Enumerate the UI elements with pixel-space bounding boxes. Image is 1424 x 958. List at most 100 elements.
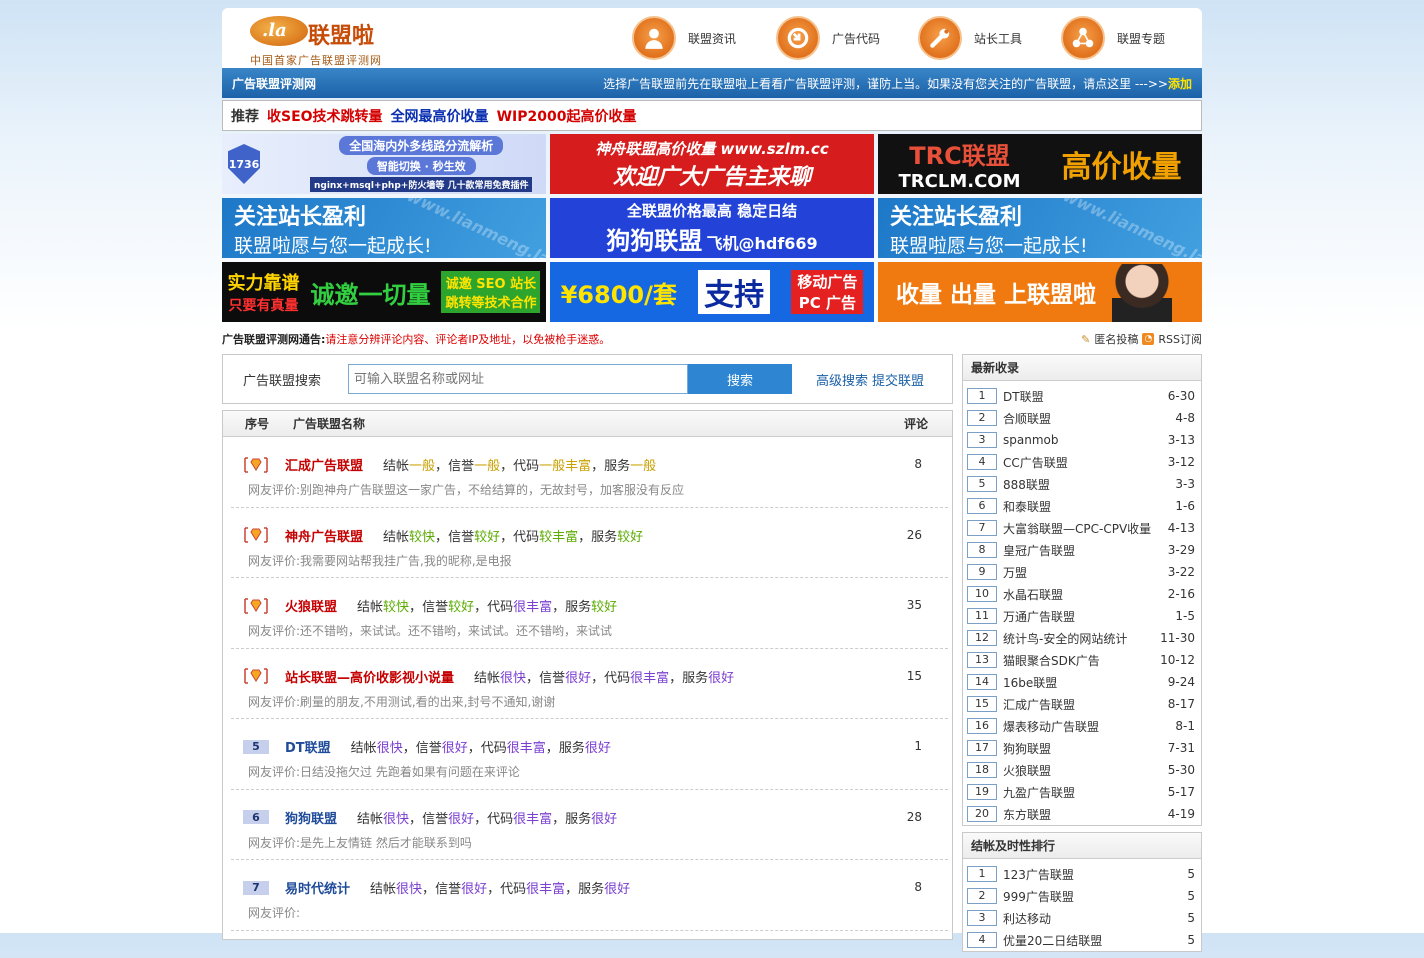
list-item[interactable]: 6 和泰联盟 1-6 [967,495,1195,517]
item-title-link[interactable]: 万盟 [1003,564,1155,581]
league-name-link[interactable]: DT联盟 [285,737,331,756]
logo[interactable]: .la 联盟啦 中国首家广告联盟评测网 [250,14,410,67]
list-item[interactable]: 4 CC广告联盟 3-12 [967,451,1195,473]
comment-count[interactable]: 35 [907,598,922,612]
ad-banner-dog[interactable]: 全联盟价格最高 稳定日结 狗狗联盟 飞机@hdf669 [550,198,874,258]
item-title-link[interactable]: 万通广告联盟 [1003,608,1155,625]
item-title-link[interactable]: 和泰联盟 [1003,498,1155,515]
ad-banner-lianmeng[interactable]: 收量 出量 上联盟啦 [878,262,1202,322]
search-input[interactable] [348,364,688,394]
ad-banner-price[interactable]: ¥6800/套 支持 移动广告 PC 广告 [550,262,874,322]
nav-tools[interactable]: 站长工具 [918,16,1022,60]
list-item[interactable]: 2 999广告联盟 5 [967,885,1195,907]
list-item[interactable]: 14 16be联盟 9-24 [967,671,1195,693]
recommend-link-2[interactable]: 全网最高价收量 [391,106,489,126]
review-text[interactable]: 网友评价:日结没拖欠过 先跑着如果有问题在来评论 [248,763,520,780]
review-text[interactable]: 网友评价:还不错哟，来试试。还不错哟，来试试。还不错哟，来试试 [248,622,612,639]
item-title-link[interactable]: 优量20二日结联盟 [1003,932,1155,949]
index-badge: 18 [967,762,997,778]
review-text[interactable]: 网友评价:是先上友情链 然后才能联系到吗 [248,834,472,851]
list-item[interactable]: 20 东方联盟 4-19 [967,803,1195,825]
advanced-search-link[interactable]: 高级搜索 [816,370,868,389]
list-item[interactable]: 18 火狼联盟 5-30 [967,759,1195,781]
list-item[interactable]: 3 利达移动 5 [967,907,1195,929]
comment-count[interactable]: 15 [907,669,922,683]
item-title-link[interactable]: 猫眼聚合SDK广告 [1003,652,1155,669]
item-title-link[interactable]: CC广告联盟 [1003,454,1155,471]
item-title-link[interactable]: 16be联盟 [1003,674,1155,691]
ad-banner-trc[interactable]: TRC联盟 TRCLM.COM 高价收量 [878,134,1202,194]
comment-count[interactable]: 8 [914,880,922,894]
list-item[interactable]: 5 888联盟 3-3 [967,473,1195,495]
rating-label: 信誉 [448,529,475,545]
league-name-link[interactable]: 狗狗联盟 [285,808,337,827]
comment-count[interactable]: 26 [907,528,922,542]
ad-banner-follow-2[interactable]: 关注站长盈利 联盟啦愿与您一起成长! www.lianmeng.la [878,198,1202,258]
item-title-link[interactable]: spanmob [1003,433,1155,447]
list-item[interactable]: 10 水晶石联盟 2-16 [967,583,1195,605]
list-item[interactable]: 13 猫眼聚合SDK广告 10-12 [967,649,1195,671]
list-item[interactable]: 4 优量20二日结联盟 5 [967,929,1195,951]
list-item[interactable]: 17 狗狗联盟 7-31 [967,737,1195,759]
item-title-link[interactable]: 皇冠广告联盟 [1003,542,1155,559]
ad-banner-szlm[interactable]: 神舟联盟高价收量 www.szlm.cc 欢迎广大广告主来聊 [550,134,874,194]
review-text[interactable]: 网友评价:我需要网站帮我挂广告,我的昵称,是电报 [248,552,512,569]
item-title-link[interactable]: 888联盟 [1003,476,1155,493]
recommend-link-3[interactable]: WIP2000起高价收量 [497,106,637,126]
nav-topics[interactable]: 联盟专题 [1061,16,1165,60]
list-item[interactable]: 12 统计鸟-安全的网站统计 11-30 [967,627,1195,649]
nav-adcode-label: 广告代码 [832,31,881,46]
list-item[interactable]: 1 DT联盟 6-30 [967,385,1195,407]
recommend-link-1[interactable]: 收SEO技术跳转量 [267,106,383,126]
league-name-link[interactable]: 汇成广告联盟 [285,455,363,474]
ad-trc-line2: TRCLM.COM [898,171,1021,192]
comment-count[interactable]: 8 [914,457,922,471]
rating-value: 一般 [630,459,657,474]
comment-count[interactable]: 1 [914,739,922,753]
review-text[interactable]: 网友评价: [248,904,300,921]
review-text[interactable]: 网友评价:刷量的朋友,不用测试,看的出来,封号不通知,谢谢 [248,693,555,710]
list-item[interactable]: 2 合顺联盟 4-8 [967,407,1195,429]
item-title-link[interactable]: 汇成广告联盟 [1003,696,1155,713]
item-title-link[interactable]: 东方联盟 [1003,806,1155,823]
ad-banner-follow-1[interactable]: 关注站长盈利 联盟啦愿与您一起成长! www.lianmeng.la [222,198,546,258]
nav-news[interactable]: 联盟资讯 [632,16,736,60]
rating-value: 一般 [474,459,501,474]
nav-adcode[interactable]: 广告代码 [776,16,880,60]
list-item[interactable]: 19 九盈广告联盟 5-17 [967,781,1195,803]
review-text[interactable]: 网友评价:别跑神舟广告联盟这一家广告，不给结算的，无故封号，加客服没有反应 [248,481,684,498]
add-link[interactable]: 添加 [1168,77,1192,91]
submit-link[interactable]: 匿名投稿 [1094,331,1138,347]
item-title-link[interactable]: 狗狗联盟 [1003,740,1155,757]
item-title-link[interactable]: 统计鸟-安全的网站统计 [1003,630,1155,647]
list-item[interactable]: 1 123广告联盟 5 [967,863,1195,885]
ad-banner-dns[interactable]: 1736 全国海内外多线路分流解析 智能切换 · 秒生效 nginx+msql+… [222,134,546,194]
item-title-link[interactable]: DT联盟 [1003,388,1155,405]
submit-league-link[interactable]: 提交联盟 [872,370,924,389]
item-title-link[interactable]: 合顺联盟 [1003,410,1155,427]
list-item[interactable]: 7 大富翁联盟—CPC-CPV收量 4-13 [967,517,1195,539]
item-title-link[interactable]: 123广告联盟 [1003,866,1155,883]
league-name-link[interactable]: 易时代统计 [285,878,350,897]
item-title-link[interactable]: 大富翁联盟—CPC-CPV收量 [1003,520,1155,537]
search-button[interactable]: 搜索 [688,364,792,394]
item-title-link[interactable]: 爆表移动广告联盟 [1003,718,1155,735]
league-name-link[interactable]: 火狼联盟 [285,596,337,615]
list-item[interactable]: 11 万通广告联盟 1-5 [967,605,1195,627]
ad-banner-traffic[interactable]: 实力靠谱 只要有真量 诚邀一切量 诚邀 SEO 站长 跳转等技术合作 [222,262,546,322]
item-title-link[interactable]: 利达移动 [1003,910,1155,927]
site-title[interactable]: 广告联盟评测网 [232,75,316,92]
list-item[interactable]: 16 爆表移动广告联盟 8-1 [967,715,1195,737]
comment-count[interactable]: 28 [907,810,922,824]
rss-link[interactable]: RSS订阅 [1158,331,1202,347]
league-name-link[interactable]: 站长联盟—高价收影视小说量 [285,667,454,686]
item-title-link[interactable]: 火狼联盟 [1003,762,1155,779]
item-title-link[interactable]: 999广告联盟 [1003,888,1155,905]
list-item[interactable]: 15 汇成广告联盟 8-17 [967,693,1195,715]
list-item[interactable]: 3 spanmob 3-13 [967,429,1195,451]
item-title-link[interactable]: 水晶石联盟 [1003,586,1155,603]
list-item[interactable]: 9 万盟 3-22 [967,561,1195,583]
league-name-link[interactable]: 神舟广告联盟 [285,526,363,545]
list-item[interactable]: 8 皇冠广告联盟 3-29 [967,539,1195,561]
item-title-link[interactable]: 九盈广告联盟 [1003,784,1155,801]
